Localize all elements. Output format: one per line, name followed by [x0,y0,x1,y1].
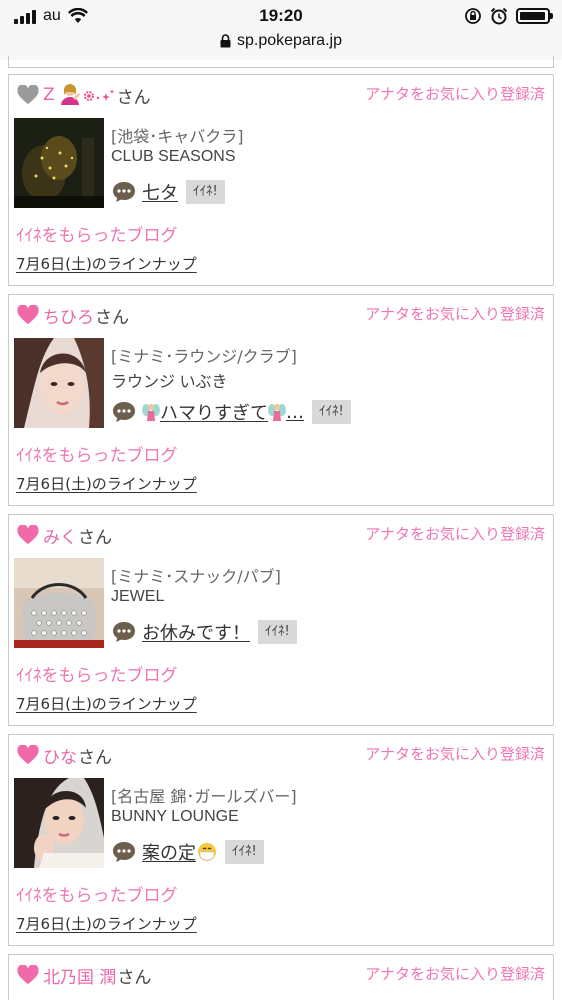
fairy-emoji-icon [142,404,160,421]
blog-thumbnail[interactable] [14,118,104,208]
blog-entry: 七タ ｲｲﾈ! [112,178,225,206]
favorite-status: アナタをお気に入り登録済 [365,85,545,103]
iine-button[interactable]: ｲｲﾈ! [258,620,297,644]
gray-heart-icon[interactable] [17,85,39,105]
speech-bubble-icon [113,622,135,642]
girl-card: Z さん アナタをお気に入り登録済 [池袋･キャバクラ] CLUB SEASON… [8,74,554,286]
card-header: みく さん [17,523,112,548]
shop-category: [ミナミ･ラウンジ/クラブ] [111,347,297,366]
blog-thumbnail[interactable] [14,558,104,648]
favorite-status: アナタをお気に入り登録済 [365,965,545,983]
iine-button[interactable]: ｲｲﾈ! [312,400,351,424]
liked-blogs-link[interactable]: ｲｲﾈをもらったブログ [16,221,178,246]
girl-card: みく さん アナタをお気に入り登録済 [ミナミ･スナック/パブ] JEWEL お… [8,514,554,726]
lineup-link[interactable]: 7月6日(土)のラインナップ [16,253,197,274]
lock-icon [220,34,231,48]
speech-bubble-icon [113,402,135,422]
honorific: さん [95,307,129,328]
blog-thumbnail[interactable] [14,778,104,868]
shop-category: [池袋･キャバクラ] [111,127,244,146]
girl-card: ちひろ さん アナタをお気に入り登録済 [ミナミ･ラウンジ/クラブ] ラウンジ … [8,294,554,506]
card-header: 北乃国 潤 さん [17,963,152,988]
alarm-icon [490,7,508,25]
honorific: さん [78,527,112,548]
card-header: ひな さん [17,743,112,768]
favorite-feed: Z さん アナタをお気に入り登録済 [池袋･キャバクラ] CLUB SEASON… [8,74,554,1000]
shop-name[interactable]: CLUB SEASONS [111,148,235,166]
orientation-lock-icon [465,8,481,24]
liked-blogs-link[interactable]: ｲｲﾈをもらったブログ [16,441,178,466]
shop-name[interactable]: BUNNY LOUNGE [111,808,239,826]
fairy-emoji-icon [268,404,286,421]
favorite-status: アナタをお気に入り登録済 [365,745,545,763]
lineup-link[interactable]: 7月6日(土)のラインナップ [16,473,197,494]
honorific: さん [116,87,151,108]
blog-title-link[interactable]: お休みです！ [142,619,250,645]
girl-name[interactable]: 北乃国 潤 [43,963,116,988]
blog-title-link[interactable]: ハマりすぎて … [142,399,304,425]
blog-thumbnail[interactable] [14,338,104,428]
liked-blogs-link[interactable]: ｲｲﾈをもらったブログ [16,881,178,906]
blog-entry: ハマりすぎて … ｲｲﾈ! [112,398,351,426]
portrait-photo [14,338,104,428]
girl-card: ひな さん アナタをお気に入り登録済 [名古屋 錦･ガールズバー] BUNNY … [8,734,554,946]
lineup-link[interactable]: 7月6日(土)のラインナップ [16,693,197,714]
girl-name[interactable]: ひな [43,743,77,768]
card-header: Z さん [17,83,151,108]
pink-heart-icon[interactable] [17,525,39,545]
speech-bubble-icon [113,842,135,862]
blog-entry: 案の定 ｲｲﾈ! [112,838,264,866]
girl-name[interactable]: Z [43,85,55,105]
blog-entry: お休みです！ ｲｲﾈ! [112,618,297,646]
lineup-link[interactable]: 7月6日(土)のラインナップ [16,913,197,934]
girl-name[interactable]: みく [43,523,77,548]
blog-title-link[interactable]: 七タ [142,179,178,205]
mask-face-emoji-icon [198,843,216,861]
blog-title-link[interactable]: 案の定 [142,839,217,865]
honorific: さん [78,747,112,768]
favorite-status: アナタをお気に入り登録済 [365,525,545,543]
honorific: さん [117,967,152,988]
sparkle-emoji-icon [83,89,115,101]
status-bar: au 19:20 [0,0,562,32]
battery-icon [516,8,553,24]
liked-blogs-link[interactable]: ｲｲﾈをもらったブログ [16,661,178,686]
iine-button[interactable]: ｲｲﾈ! [225,840,264,864]
blog-title-text: 案の定 [142,843,196,864]
shop-category: [名古屋 錦･ガールズバー] [111,787,297,806]
url-text: sp.pokepara.jp [237,32,342,49]
iine-button[interactable]: ｲｲﾈ! [186,180,225,204]
shop-name[interactable]: ラウンジ いぶき [111,368,227,392]
shop-name[interactable]: JEWEL [111,588,164,606]
blog-title-text: ハマりすぎて [160,403,268,424]
previous-card-edge [8,56,554,68]
night-garden-photo [14,118,104,208]
studded-bag-photo [14,558,104,648]
pink-heart-icon[interactable] [17,305,39,325]
girl-name[interactable]: ちひろ [43,303,94,328]
person-emoji-icon [60,84,80,105]
girl-card: 北乃国 潤 さん アナタをお気に入り登録済 [8,954,554,1000]
portrait-photo [14,778,104,868]
pink-heart-icon[interactable] [17,965,39,985]
shop-category: [ミナミ･スナック/パブ] [111,567,281,586]
card-header: ちひろ さん [17,303,129,328]
speech-bubble-icon [113,182,135,202]
favorite-status: アナタをお気に入り登録済 [365,305,545,323]
pink-heart-icon[interactable] [17,745,39,765]
ellipsis: … [286,401,304,423]
